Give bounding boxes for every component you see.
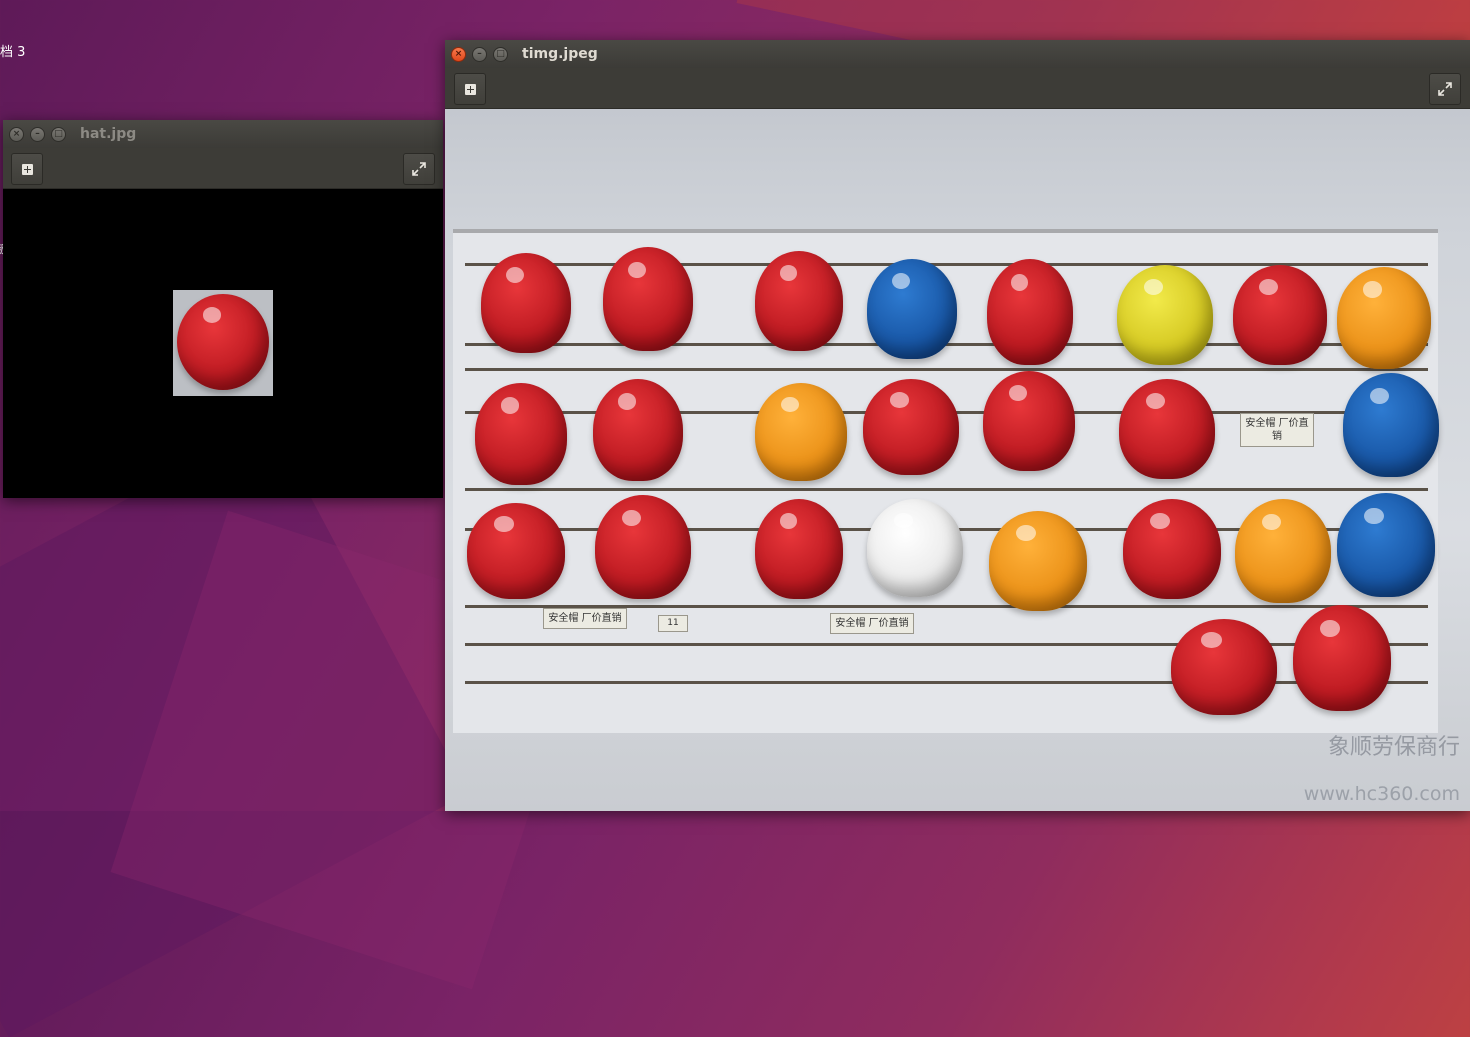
image-viewer-window-hat: × – □ hat.jpg: [3, 120, 443, 498]
image-viewer-window-timg: × – □ timg.jpeg 安全帽 厂价直销 11 安全帽 厂价直销 安全帽…: [445, 40, 1470, 811]
fullscreen-icon: [412, 162, 426, 176]
viewer-toolbar: [445, 68, 1470, 109]
helmet-photo: 安全帽 厂价直销 11 安全帽 厂价直销 安全帽 厂价直销: [453, 229, 1439, 733]
desktop-label[interactable]: 档 3: [0, 41, 25, 60]
price-sign: 安全帽 厂价直销: [543, 608, 627, 629]
maximize-icon: □: [496, 48, 505, 59]
hat-image: [173, 290, 273, 396]
price-sign: 11: [658, 615, 688, 632]
close-icon: ×: [12, 128, 21, 139]
maximize-icon: □: [54, 128, 63, 139]
close-button[interactable]: ×: [9, 126, 24, 142]
price-sign: 安全帽 厂价直销: [1240, 413, 1314, 447]
add-icon: [464, 83, 476, 95]
watermark-url: www.hc360.com: [1303, 783, 1460, 805]
close-button[interactable]: ×: [451, 46, 466, 62]
add-button[interactable]: [454, 73, 486, 105]
maximize-button[interactable]: □: [51, 126, 66, 142]
window-titlebar[interactable]: × – □ hat.jpg: [3, 120, 443, 148]
image-canvas[interactable]: [3, 189, 443, 498]
fullscreen-button[interactable]: [1429, 73, 1461, 105]
fullscreen-button[interactable]: [403, 153, 435, 185]
add-button[interactable]: [11, 153, 43, 185]
price-sign: 安全帽 厂价直销: [830, 613, 914, 634]
close-icon: ×: [454, 48, 463, 59]
image-canvas[interactable]: 安全帽 厂价直销 11 安全帽 厂价直销 安全帽 厂价直销 象顺劳保商行 www…: [445, 109, 1470, 811]
minimize-icon: –: [477, 48, 482, 59]
maximize-button[interactable]: □: [493, 46, 508, 62]
watermark-name: 象顺劳保商行: [1327, 735, 1460, 760]
window-title: timg.jpeg: [522, 46, 598, 62]
add-icon: [21, 163, 33, 175]
minimize-button[interactable]: –: [30, 126, 45, 142]
window-title: hat.jpg: [80, 126, 137, 142]
fullscreen-icon: [1438, 82, 1452, 96]
minimize-icon: –: [35, 128, 40, 139]
minimize-button[interactable]: –: [472, 46, 487, 62]
viewer-toolbar: [3, 148, 443, 189]
window-titlebar[interactable]: × – □ timg.jpeg: [445, 40, 1470, 68]
